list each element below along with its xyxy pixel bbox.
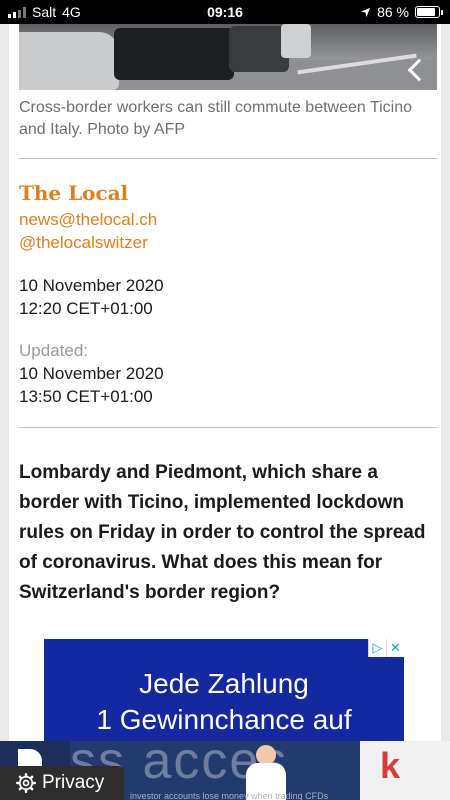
banner-right-glyph: k bbox=[380, 745, 401, 786]
ad-line-2: 1 Gewinnchance auf bbox=[96, 704, 352, 735]
published-time: 12:20 CET+01:00 bbox=[19, 299, 153, 318]
banner-right-panel: k bbox=[360, 741, 450, 800]
article-lead: Lombardy and Piedmont, which share a bor… bbox=[19, 462, 426, 603]
gear-icon bbox=[16, 773, 36, 793]
published-date: 10 November 2020 bbox=[19, 276, 164, 295]
author-name[interactable]: The Local bbox=[19, 181, 128, 205]
battery-icon bbox=[415, 6, 443, 18]
privacy-button[interactable]: Privacy bbox=[0, 766, 124, 800]
author-twitter-link[interactable]: @thelocalswitzer bbox=[19, 233, 148, 253]
ad-controls: ▷ ✕ bbox=[368, 639, 404, 657]
photo-caption: Cross-border workers can still commute b… bbox=[19, 99, 413, 138]
location-arrow-icon bbox=[360, 7, 371, 17]
privacy-label: Privacy bbox=[42, 772, 105, 793]
status-bar: Salt 4G 09:16 86 % bbox=[0, 0, 450, 24]
banner-disclaimer: investor accounts lose money when tradin… bbox=[130, 791, 329, 800]
divider bbox=[19, 427, 437, 428]
updated-date: 10 November 2020 bbox=[19, 364, 164, 383]
divider bbox=[19, 158, 437, 159]
article-photo[interactable] bbox=[19, 24, 437, 90]
status-right: 86 % bbox=[360, 4, 443, 20]
ad-choices-icon[interactable]: ▷ bbox=[368, 639, 386, 657]
battery-percent: 86 % bbox=[377, 4, 409, 20]
advertisement[interactable]: ▷ ✕ Jede Zahlung 1 Gewinnchance auf bbox=[44, 639, 404, 749]
updated-label: Updated: bbox=[19, 341, 88, 360]
updated-time: 13:50 CET+01:00 bbox=[19, 387, 153, 406]
close-icon[interactable]: ✕ bbox=[386, 639, 404, 657]
ad-line-1: Jede Zahlung bbox=[139, 668, 309, 699]
author-email-link[interactable]: news@thelocal.ch bbox=[19, 210, 157, 230]
